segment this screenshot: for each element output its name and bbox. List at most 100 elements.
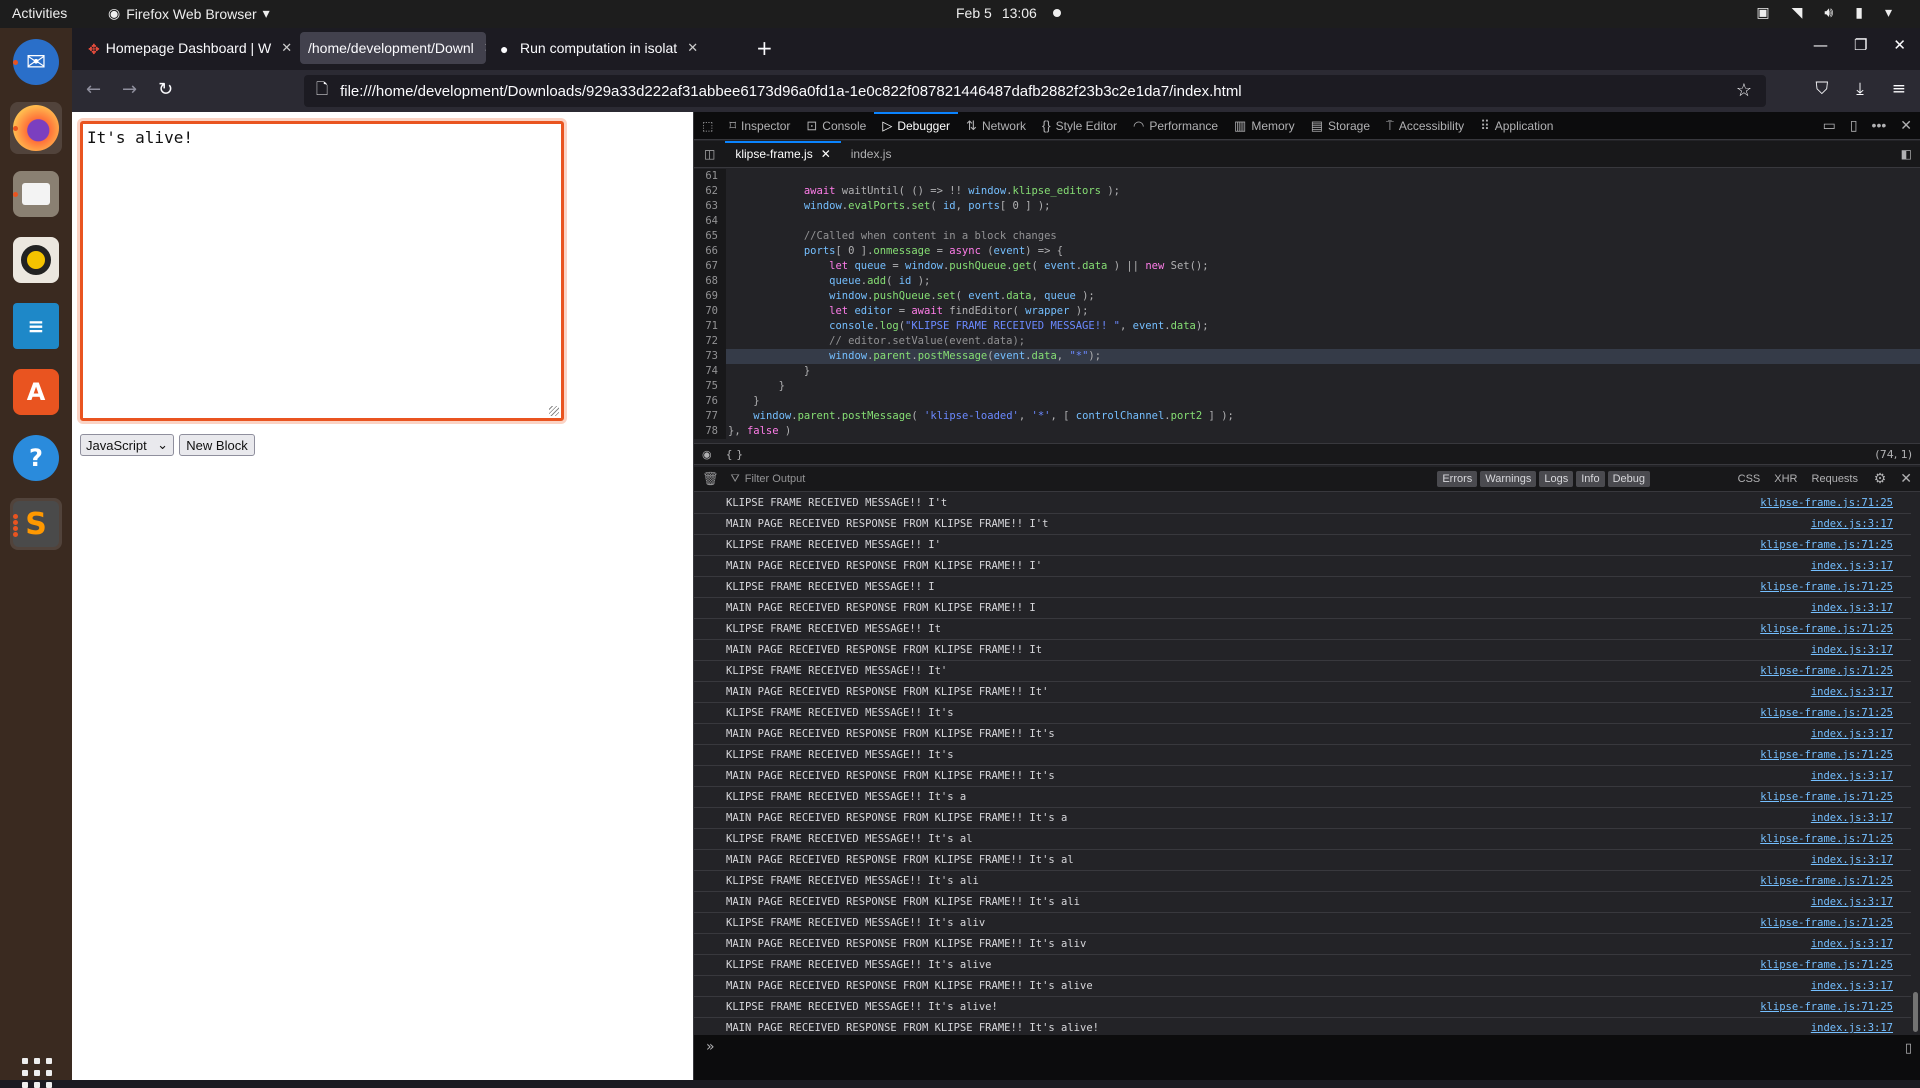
line-number[interactable]: 61 — [694, 169, 726, 184]
code-line[interactable]: 74 } — [694, 364, 1920, 379]
tab-homepage-dashboard[interactable]: ✥ Homepage Dashboard | W ✕ — [80, 32, 292, 64]
message-source-link[interactable]: index.js:3:17 — [1811, 976, 1893, 996]
line-number[interactable]: 68 — [694, 274, 726, 289]
system-tray[interactable]: ▣ ◥ 🔊︎ ▮ ▾ — [1756, 4, 1892, 21]
message-source-link[interactable]: klipse-frame.js:71:25 — [1760, 955, 1893, 975]
line-number[interactable]: 73 — [694, 349, 726, 364]
code-line[interactable]: 64 — [694, 214, 1920, 229]
tab-debugger[interactable]: ▷ Debugger — [874, 111, 958, 140]
show-apps-icon[interactable] — [22, 1058, 52, 1088]
close-tab-icon[interactable]: ✕ — [687, 40, 698, 56]
pocket-icon[interactable]: ⛉ — [1815, 79, 1828, 99]
tab-local-file[interactable]: /home/development/Downl✕ — [300, 32, 486, 64]
filter-warnings[interactable]: Warnings — [1480, 471, 1537, 487]
resize-handle[interactable] — [549, 406, 559, 416]
toggle-sources-icon[interactable]: ◫ — [694, 147, 725, 161]
code-line[interactable]: 73 window.parent.postMessage(event.data,… — [694, 349, 1920, 364]
filter-debug[interactable]: Debug — [1607, 471, 1650, 487]
message-source-link[interactable]: klipse-frame.js:71:25 — [1760, 661, 1893, 681]
code-line[interactable]: 68 queue.add( id ); — [694, 274, 1920, 289]
tab-console[interactable]: ⊡ Console — [798, 112, 874, 140]
code-line[interactable]: 69 window.pushQueue.set( event.data, que… — [694, 289, 1920, 304]
forward-button[interactable]: → — [122, 79, 137, 100]
console-scrollbar[interactable] — [1913, 992, 1918, 1032]
close-window-icon[interactable]: ✕ — [1893, 36, 1906, 54]
line-number[interactable]: 67 — [694, 259, 726, 274]
message-source-link[interactable]: klipse-frame.js:71:25 — [1760, 535, 1893, 555]
menu-icon[interactable]: ≡ — [1892, 79, 1906, 99]
line-number[interactable]: 65 — [694, 229, 726, 244]
tab-memory[interactable]: ▥ Memory — [1226, 112, 1303, 140]
line-number[interactable]: 78 — [694, 424, 726, 439]
trash-icon[interactable]: 🗑︎ — [702, 471, 719, 487]
dock-item-firefox[interactable] — [10, 102, 62, 154]
message-source-link[interactable]: index.js:3:17 — [1811, 1018, 1893, 1035]
line-number[interactable]: 62 — [694, 184, 726, 199]
back-button[interactable]: ← — [86, 79, 101, 100]
line-number[interactable]: 72 — [694, 334, 726, 349]
code-line[interactable]: 67 let queue = window.pushQueue.get( eve… — [694, 259, 1920, 274]
message-source-link[interactable]: klipse-frame.js:71:25 — [1760, 871, 1893, 891]
message-source-link[interactable]: klipse-frame.js:71:25 — [1760, 577, 1893, 597]
dock-item-writer[interactable]: ≡ — [10, 300, 62, 352]
filter-css[interactable]: CSS — [1738, 473, 1761, 485]
dock-item-thunderbird[interactable]: ✉ — [10, 36, 62, 88]
message-source-link[interactable]: klipse-frame.js:71:25 — [1760, 787, 1893, 807]
code-line[interactable]: 61 — [694, 169, 1920, 184]
activities-button[interactable]: Activities — [12, 5, 67, 21]
tab-inspector[interactable]: ⌑ Inspector — [721, 112, 798, 140]
source-editor[interactable]: 61 62 await waitUntil( () => !! window.kl… — [694, 169, 1920, 443]
message-source-link[interactable]: klipse-frame.js:71:25 — [1760, 493, 1893, 513]
toggle-panes-icon[interactable]: ◧ — [1901, 147, 1912, 161]
dock-item-help[interactable]: ? — [10, 432, 62, 484]
message-source-link[interactable]: klipse-frame.js:71:25 — [1760, 745, 1893, 765]
eye-icon[interactable]: ◉ — [702, 448, 712, 461]
dock-item-rhythmbox[interactable] — [10, 234, 62, 286]
code-line[interactable]: 65 //Called when content in a block chan… — [694, 229, 1920, 244]
code-line[interactable]: 62 await waitUntil( () => !! window.klip… — [694, 184, 1920, 199]
reload-button[interactable]: ↻ — [158, 79, 173, 100]
close-tab-icon[interactable]: ✕ — [484, 40, 486, 56]
source-tab-klipse-frame[interactable]: klipse-frame.js ✕ — [725, 140, 842, 168]
language-select[interactable]: JavaScript ⌄ — [80, 434, 174, 456]
element-picker-icon[interactable]: ⬚ — [694, 112, 721, 140]
message-source-link[interactable]: klipse-frame.js:71:25 — [1760, 703, 1893, 723]
code-line[interactable]: 63 window.evalPorts.set( id, ports[ 0 ] … — [694, 199, 1920, 214]
line-number[interactable]: 75 — [694, 379, 726, 394]
code-block-editor[interactable]: It's alive! — [80, 121, 564, 421]
code-line[interactable]: 70 let editor = await findEditor( wrappe… — [694, 304, 1920, 319]
app-menu[interactable]: ◉ Firefox Web Browser ▾ — [108, 5, 270, 22]
message-source-link[interactable]: index.js:3:17 — [1811, 514, 1893, 534]
line-number[interactable]: 69 — [694, 289, 726, 304]
message-source-link[interactable]: klipse-frame.js:71:25 — [1760, 829, 1893, 849]
tab-github[interactable]: ● Run computation in isolat ✕ — [492, 32, 712, 64]
tab-application[interactable]: ⠿ Application — [1472, 112, 1561, 140]
close-tab-icon[interactable]: ✕ — [281, 40, 292, 56]
message-source-link[interactable]: index.js:3:17 — [1811, 556, 1893, 576]
message-source-link[interactable]: index.js:3:17 — [1811, 934, 1893, 954]
message-source-link[interactable]: index.js:3:17 — [1811, 808, 1893, 828]
bookmark-star-icon[interactable]: ☆ — [1736, 80, 1752, 101]
new-block-button[interactable]: New Block — [179, 434, 255, 456]
dock-item-sublime[interactable]: S — [10, 498, 62, 550]
downloads-icon[interactable]: ⤓ — [1856, 79, 1864, 99]
tab-style-editor[interactable]: {} Style Editor — [1034, 112, 1125, 140]
line-number[interactable]: 70 — [694, 304, 726, 319]
responsive-design-icon[interactable]: ▯ — [1850, 117, 1858, 134]
line-number[interactable]: 77 — [694, 409, 726, 424]
message-source-link[interactable]: index.js:3:17 — [1811, 598, 1893, 618]
line-number[interactable]: 64 — [694, 214, 726, 229]
code-line[interactable]: 78}, false ) — [694, 424, 1920, 439]
console-input[interactable]: » ▯ — [694, 1035, 1920, 1080]
message-source-link[interactable]: index.js:3:17 — [1811, 850, 1893, 870]
dock-item-software[interactable]: A — [10, 366, 62, 418]
filter-input[interactable]: ⛛ Filter Output — [731, 473, 806, 486]
line-number[interactable]: 66 — [694, 244, 726, 259]
code-line[interactable]: 76 } — [694, 394, 1920, 409]
close-source-icon[interactable]: ✕ — [821, 147, 831, 161]
message-source-link[interactable]: klipse-frame.js:71:25 — [1760, 997, 1893, 1017]
message-source-link[interactable]: index.js:3:17 — [1811, 724, 1893, 744]
message-source-link[interactable]: index.js:3:17 — [1811, 766, 1893, 786]
clock[interactable]: Feb 5 13:06 — [956, 5, 1061, 21]
message-source-link[interactable]: index.js:3:17 — [1811, 682, 1893, 702]
